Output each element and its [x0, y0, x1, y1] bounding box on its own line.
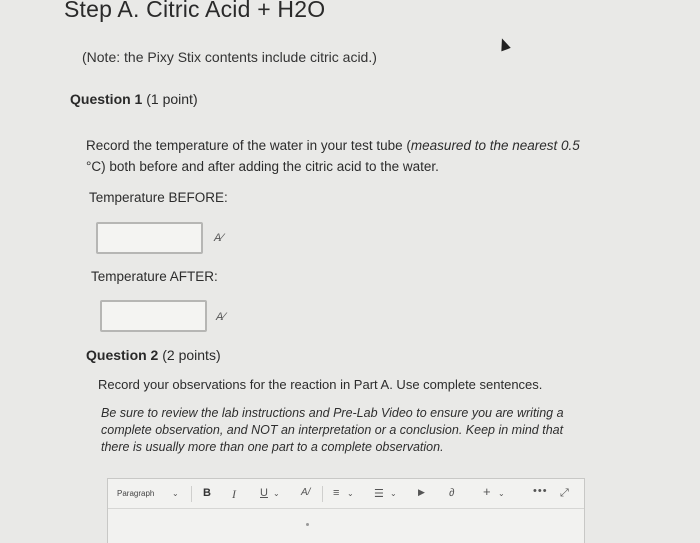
- mouse-cursor-icon: [497, 36, 511, 52]
- question-1-label: Question 1: [70, 91, 143, 107]
- link-icon[interactable]: ∂: [449, 487, 454, 499]
- italic-button[interactable]: I: [232, 487, 236, 502]
- chevron-down-icon[interactable]: ⌄: [172, 489, 179, 498]
- question-2-heading: Question 2 (2 points): [86, 347, 221, 363]
- chevron-down-icon[interactable]: ⌄: [273, 489, 280, 498]
- fullscreen-icon[interactable]: ⤢: [560, 487, 569, 500]
- temperature-after-input[interactable]: [100, 300, 207, 332]
- question-2-label: Question 2: [86, 347, 159, 363]
- more-options-icon[interactable]: •••: [533, 485, 548, 497]
- temperature-before-label: Temperature BEFORE:: [89, 190, 228, 205]
- list-button[interactable]: ☰: [374, 487, 384, 500]
- question-2-instructions: Be sure to review the lab instructions a…: [101, 406, 564, 454]
- underline-button[interactable]: U: [260, 487, 268, 499]
- page-title: Step A. Citric Acid + H2O: [64, 0, 326, 22]
- editor-toolbar: Paragraph ⌄ B I U ⌄ A/ ≡ ⌄ ☰ ⌄ ▶ ∂ + ⌄ •…: [108, 479, 584, 509]
- question-1-text: Record the temperature of the water in y…: [86, 135, 606, 177]
- spellcheck-button[interactable]: A/: [301, 487, 310, 498]
- bold-button[interactable]: B: [203, 487, 211, 499]
- question-1-text-italic: measured to the nearest 0.5: [410, 138, 580, 153]
- question-1-text-part1: Record the temperature of the water in y…: [86, 138, 411, 153]
- chevron-down-icon[interactable]: ⌄: [347, 489, 354, 498]
- chevron-down-icon[interactable]: ⌄: [390, 489, 397, 498]
- rich-text-editor[interactable]: Paragraph ⌄ B I U ⌄ A/ ≡ ⌄ ☰ ⌄ ▶ ∂ + ⌄ •…: [107, 478, 585, 543]
- spellcheck-icon[interactable]: A⁄: [216, 311, 225, 323]
- quiz-page: Step A. Citric Acid + H2O (Note: the Pix…: [0, 0, 700, 543]
- question-2-prompt: Record your observations for the reactio…: [98, 377, 543, 392]
- question-2-points: (2 points): [162, 347, 221, 363]
- align-button[interactable]: ≡: [333, 487, 339, 499]
- chevron-down-icon[interactable]: ⌄: [498, 489, 505, 498]
- editor-caret: [306, 523, 309, 526]
- spellcheck-icon[interactable]: A⁄: [214, 232, 223, 244]
- temperature-before-input[interactable]: [96, 222, 203, 254]
- question-1-text-part2: °C) both before and after adding the cit…: [86, 159, 439, 174]
- media-icon[interactable]: ▶: [418, 487, 425, 498]
- question-1-points: (1 point): [146, 91, 198, 107]
- toolbar-divider: [322, 486, 323, 502]
- paragraph-format-dropdown[interactable]: Paragraph: [117, 489, 154, 498]
- question-1-heading: Question 1 (1 point): [70, 91, 198, 107]
- toolbar-divider: [191, 486, 192, 502]
- temperature-after-label: Temperature AFTER:: [91, 269, 218, 284]
- note-text: (Note: the Pixy Stix contents include ci…: [82, 49, 377, 65]
- insert-button[interactable]: +: [483, 484, 491, 499]
